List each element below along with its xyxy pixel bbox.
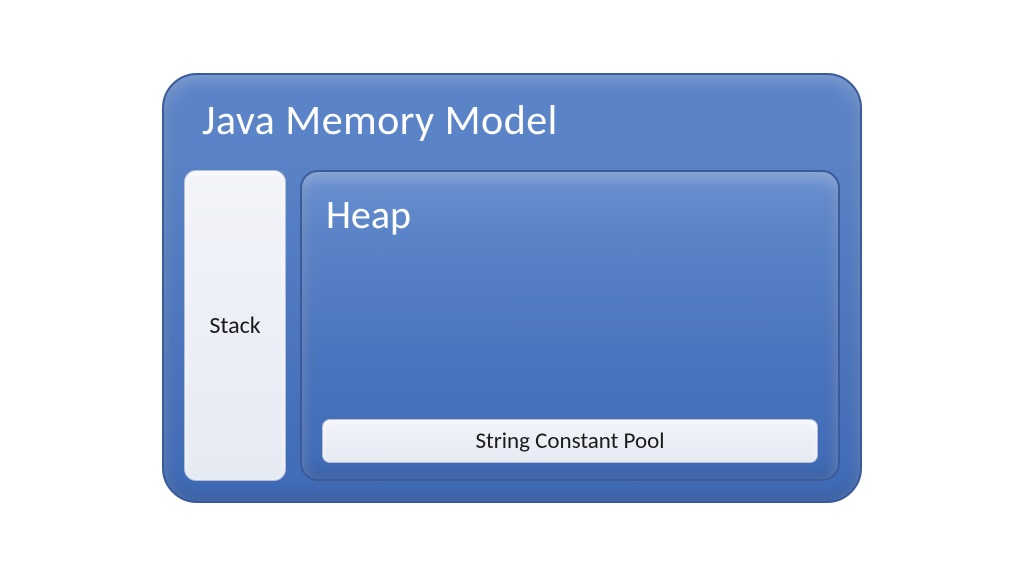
memory-model-container: Java Memory Model Stack Heap String Cons… — [162, 73, 862, 503]
string-constant-pool-label: String Constant Pool — [475, 427, 664, 455]
diagram-title: Java Memory Model — [202, 95, 558, 146]
string-constant-pool-region: String Constant Pool — [322, 419, 818, 463]
heap-region: Heap String Constant Pool — [300, 170, 840, 481]
heap-content-spacer — [322, 239, 818, 419]
memory-regions-row: Stack Heap String Constant Pool — [184, 170, 840, 481]
stack-label: Stack — [209, 311, 260, 340]
stack-region: Stack — [184, 170, 286, 481]
heap-label: Heap — [326, 190, 818, 239]
